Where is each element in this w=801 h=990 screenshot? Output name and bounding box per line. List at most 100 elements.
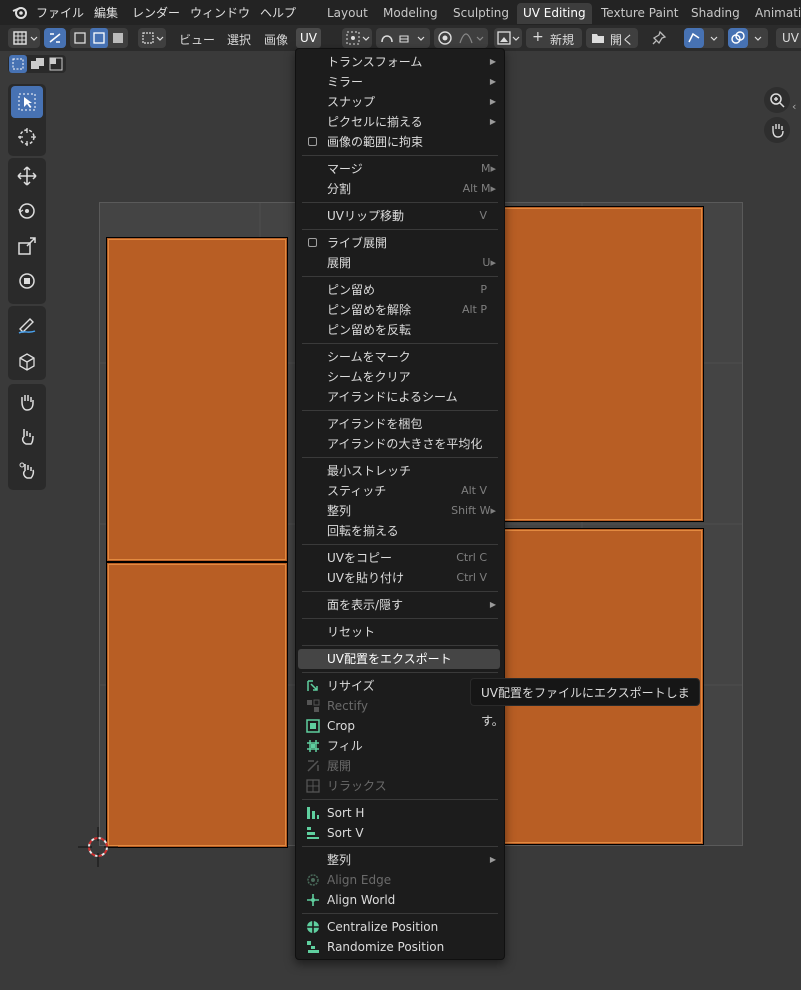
menu-edit[interactable]: 編集 xyxy=(94,4,118,21)
sticky-select-button[interactable] xyxy=(138,28,166,48)
tab-texture-paint[interactable]: Texture Paint xyxy=(595,3,684,24)
image-browse-button[interactable] xyxy=(494,28,522,48)
pivot-button[interactable] xyxy=(342,28,372,48)
select-box-tool[interactable] xyxy=(11,86,43,118)
move-tool[interactable] xyxy=(11,160,43,192)
menu-item-sort-h[interactable]: Sort H xyxy=(298,803,500,823)
checkbox-icon[interactable] xyxy=(308,238,317,247)
editor-type-button[interactable] xyxy=(8,28,40,48)
overlay-button[interactable] xyxy=(728,28,768,48)
tab-layout[interactable]: Layout xyxy=(321,3,374,24)
uv-map-dropdown[interactable]: UV xyxy=(776,28,801,48)
menu-item-unpin[interactable]: ピン留めを解除 Alt P xyxy=(298,300,500,320)
menu-item-sort-v[interactable]: Sort V xyxy=(298,823,500,843)
menu-window[interactable]: ウィンドウ xyxy=(190,4,250,21)
menu-item-unwrap[interactable]: 展開 U▸ xyxy=(298,253,500,273)
menu-select[interactable]: 選択 xyxy=(227,31,251,48)
menu-item-mark-seam[interactable]: シームをマーク xyxy=(298,347,500,367)
menu-separator xyxy=(302,645,498,646)
menu-item-invert-pins[interactable]: ピン留めを反転 xyxy=(298,320,500,340)
menu-item-unwrap-grid[interactable]: 展開 xyxy=(298,756,500,776)
menu-item-stitch[interactable]: スティッチ Alt V xyxy=(298,481,500,501)
menu-item-align-rotation[interactable]: 回転を揃える xyxy=(298,521,500,541)
randomize-icon xyxy=(307,941,319,953)
uv-island[interactable] xyxy=(106,237,288,562)
menu-view[interactable]: ビュー xyxy=(179,31,215,48)
menu-item-seams-from-islands[interactable]: アイランドによるシーム xyxy=(298,387,500,407)
menu-item-snap-to-pixels[interactable]: ピクセルに揃える ▶ xyxy=(298,112,500,132)
select-subtract-button[interactable] xyxy=(47,55,65,73)
menu-item-reset[interactable]: リセット xyxy=(298,622,500,642)
cursor-tool[interactable] xyxy=(11,121,43,153)
menu-item-snap[interactable]: スナップ ▶ xyxy=(298,92,500,112)
tab-uv-editing[interactable]: UV Editing xyxy=(517,3,592,24)
menu-item-align-edge[interactable]: Align Edge xyxy=(298,870,500,890)
face-mode-button[interactable] xyxy=(110,30,126,46)
snap-group[interactable] xyxy=(376,28,430,48)
menu-item-relax[interactable]: リラックス xyxy=(298,776,500,796)
menu-item-average-island-scale[interactable]: アイランドの大きさを平均化 xyxy=(298,434,500,454)
menu-item-align[interactable]: 整列 Shift W▸ xyxy=(298,501,500,521)
select-new-button[interactable] xyxy=(9,55,27,73)
vertex-mode-button[interactable] xyxy=(72,30,88,46)
transform-tool[interactable] xyxy=(11,265,43,297)
top-bar: ファイル 編集 レンダー ウィンドウ ヘルプ Layout Modeling S… xyxy=(0,0,801,25)
menu-item-export-uv-layout[interactable]: UV配置をエクスポート xyxy=(298,649,500,669)
new-image-button[interactable]: + 新規 xyxy=(526,28,582,48)
proportional-edit-group[interactable] xyxy=(434,28,488,48)
scale-tool[interactable] xyxy=(11,230,43,262)
collapse-sidebar-icon[interactable]: ‹ xyxy=(792,100,796,113)
rotate-tool[interactable] xyxy=(11,195,43,227)
menu-item-live-unwrap[interactable]: ライブ展開 xyxy=(298,233,500,253)
tab-shading[interactable]: Shading xyxy=(685,3,746,24)
menu-item-transform[interactable]: トランスフォーム ▶ xyxy=(298,52,500,72)
menu-item-pin[interactable]: ピン留め P xyxy=(298,280,500,300)
bake-cage-tool[interactable] xyxy=(11,345,43,377)
menu-item-rip-move[interactable]: UVリップ移動 V xyxy=(298,206,500,226)
menu-item-randomize-position[interactable]: Randomize Position xyxy=(298,937,500,957)
menu-help[interactable]: ヘルプ xyxy=(260,4,296,21)
menu-item-fill[interactable]: フィル xyxy=(298,736,500,756)
menu-item-clear-seam[interactable]: シームをクリア xyxy=(298,367,500,387)
edge-mode-button[interactable] xyxy=(90,28,108,48)
grab-tool[interactable] xyxy=(11,386,43,418)
blender-logo-icon[interactable] xyxy=(12,5,28,22)
menu-item-merge[interactable]: マージ M▸ xyxy=(298,159,500,179)
menu-image[interactable]: 画像 xyxy=(264,31,288,48)
image-icon xyxy=(497,31,520,45)
menu-item-pack-islands[interactable]: アイランドを梱包 xyxy=(298,414,500,434)
tab-sculpting[interactable]: Sculpting xyxy=(447,3,515,24)
pan-view-button[interactable] xyxy=(764,117,790,143)
uv-island[interactable] xyxy=(495,206,704,522)
menu-item-minimize-stretch[interactable]: 最小ストレッチ xyxy=(298,461,500,481)
uv-sync-button[interactable] xyxy=(684,28,724,48)
pinch-hand-icon xyxy=(19,462,35,479)
menu-file[interactable]: ファイル xyxy=(36,4,84,21)
open-image-button[interactable]: 開く xyxy=(586,28,638,48)
menu-uv[interactable]: UV xyxy=(296,28,321,48)
menu-render[interactable]: レンダー xyxy=(132,4,180,21)
menu-item-align-submenu[interactable]: 整列 ▶ xyxy=(298,850,500,870)
tab-animation[interactable]: Animatio xyxy=(749,3,801,24)
menu-item-align-world[interactable]: Align World xyxy=(298,890,500,910)
annotate-tool[interactable] xyxy=(11,308,43,340)
menu-item-copy-uvs[interactable]: UVをコピー Ctrl C xyxy=(298,548,500,568)
uv-island[interactable] xyxy=(106,562,288,848)
menu-item-show-hide-faces[interactable]: 面を表示/隠す ▶ xyxy=(298,595,500,615)
menu-item-paste-uvs[interactable]: UVを貼り付け Ctrl V xyxy=(298,568,500,588)
tab-modeling[interactable]: Modeling xyxy=(377,3,444,24)
select-extend-button[interactable] xyxy=(28,55,46,73)
checkbox-icon[interactable] xyxy=(308,137,317,146)
2d-cursor-icon[interactable] xyxy=(78,827,118,867)
zoom-view-button[interactable] xyxy=(764,87,790,113)
menu-item-centralize-position[interactable]: Centralize Position xyxy=(298,917,500,937)
overlay-icon xyxy=(731,31,762,44)
relax-tool[interactable] xyxy=(11,420,43,452)
menu-item-constrain-to-image[interactable]: 画像の範囲に拘束 xyxy=(298,132,500,152)
menu-item-split[interactable]: 分割 Alt M▸ xyxy=(298,179,500,199)
menu-item-mirror[interactable]: ミラー ▶ xyxy=(298,72,500,92)
menu-item-crop[interactable]: Crop xyxy=(298,716,500,736)
pinch-tool[interactable] xyxy=(11,454,43,486)
sync-selection-button[interactable] xyxy=(44,28,66,48)
pin-icon[interactable] xyxy=(651,30,667,49)
